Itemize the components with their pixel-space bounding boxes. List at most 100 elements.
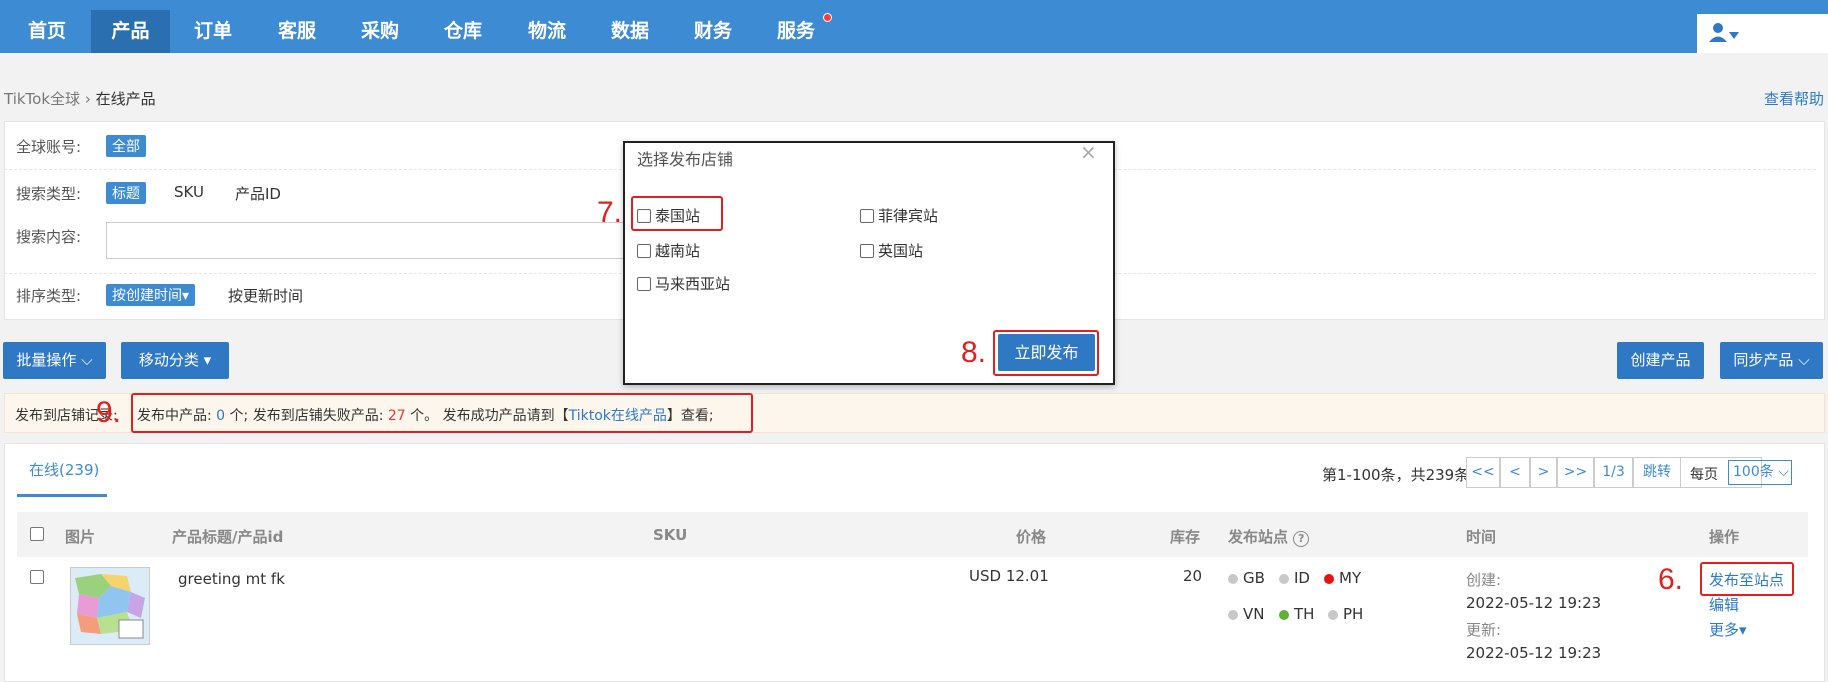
nav-item-data[interactable]: 数据 xyxy=(595,10,665,53)
tab-online[interactable]: 在线(239) xyxy=(29,459,99,480)
sort-updated-tag[interactable]: 按更新时间 xyxy=(228,285,303,306)
product-thumbnail[interactable] xyxy=(70,567,150,645)
help-link[interactable]: 查看帮助 xyxy=(1764,88,1824,109)
sort-created-tag[interactable]: 按创建时间▾ xyxy=(106,284,196,306)
nav-item-finance[interactable]: 财务 xyxy=(678,10,748,53)
sort-label: 排序类型: xyxy=(16,287,82,305)
checkbox[interactable] xyxy=(637,277,651,291)
create-product-button[interactable]: 创建产品 xyxy=(1617,342,1704,379)
option-label: 菲律宾站 xyxy=(878,207,939,225)
col-price: 价格 xyxy=(1016,528,1047,546)
account-label: 全球账号: xyxy=(16,138,82,156)
map-image-icon xyxy=(71,568,149,644)
status-dot xyxy=(1324,574,1334,584)
col-stock: 库存 xyxy=(1170,528,1201,546)
created-label: 创建: xyxy=(1466,571,1502,589)
status-dot xyxy=(1328,610,1338,620)
nav-item-services[interactable]: 服务 xyxy=(761,10,831,53)
row-checkbox[interactable] xyxy=(30,570,44,584)
user-menu[interactable] xyxy=(1697,14,1828,53)
close-icon[interactable]: × xyxy=(1080,140,1097,164)
caret-down-icon: ▾ xyxy=(203,351,212,369)
per-page-value: 100条 xyxy=(1733,464,1774,480)
search-content-label: 搜索内容: xyxy=(16,228,82,246)
checkbox[interactable] xyxy=(860,209,874,223)
product-title[interactable]: greeting mt fk xyxy=(178,570,285,588)
nav-item-purchase[interactable]: 采购 xyxy=(345,10,415,53)
nav-item-logistics[interactable]: 物流 xyxy=(512,10,582,53)
nav-item-orders[interactable]: 订单 xyxy=(178,10,248,53)
col-actions: 操作 xyxy=(1709,528,1740,546)
move-category-label: 移动分类 xyxy=(138,351,199,369)
pager-jump[interactable]: 跳转 xyxy=(1633,457,1681,488)
site-ph: PH xyxy=(1328,605,1363,623)
select-all-checkbox[interactable] xyxy=(30,527,44,541)
option-malaysia[interactable]: 马来西亚站 xyxy=(637,273,730,294)
col-sites-label: 发布站点 xyxy=(1228,528,1289,546)
search-type-sku[interactable]: SKU xyxy=(174,183,204,201)
option-label: 英国站 xyxy=(878,242,924,260)
chevron-down-icon: ⌵ xyxy=(1798,351,1810,369)
batch-actions-button[interactable]: 批量操作 ⌵ xyxy=(3,342,106,379)
sync-product-label: 同步产品 xyxy=(1733,351,1794,369)
nav-item-products[interactable]: 产品 xyxy=(91,10,170,53)
pager-last[interactable]: >> xyxy=(1557,457,1594,488)
site-label: ID xyxy=(1294,569,1310,587)
highlight-box-6 xyxy=(1700,562,1794,596)
product-price: USD 12.01 xyxy=(969,567,1049,585)
site-my: MY xyxy=(1324,569,1361,587)
more-link[interactable]: 更多▾ xyxy=(1709,619,1747,640)
annotation-6: 6. xyxy=(1658,563,1684,596)
status-dot xyxy=(1279,574,1289,584)
search-type-productid[interactable]: 产品ID xyxy=(235,183,281,204)
site-label: MY xyxy=(1339,569,1362,587)
pager-first[interactable]: << xyxy=(1466,457,1500,488)
option-vietnam[interactable]: 越南站 xyxy=(637,240,700,261)
option-philippines[interactable]: 菲律宾站 xyxy=(860,205,938,226)
site-gb: GB xyxy=(1228,569,1265,587)
option-uk[interactable]: 英国站 xyxy=(860,240,923,261)
site-label: GB xyxy=(1243,569,1265,587)
edit-link[interactable]: 编辑 xyxy=(1709,594,1739,615)
pager-next[interactable]: > xyxy=(1530,457,1557,488)
chevron-down-icon: ⌵ xyxy=(81,351,93,369)
site-label: VN xyxy=(1243,605,1265,623)
search-input[interactable] xyxy=(106,222,626,259)
account-all-tag[interactable]: 全部 xyxy=(106,135,146,157)
user-add-icon xyxy=(1709,23,1739,42)
col-title: 产品标题/产品id xyxy=(172,528,284,546)
highlight-box-9 xyxy=(131,393,753,433)
col-sku: SKU xyxy=(653,526,688,544)
per-page-label: 每页 xyxy=(1690,467,1718,483)
pager-page[interactable]: 1/3 xyxy=(1594,457,1633,488)
site-label: PH xyxy=(1343,605,1364,623)
table-header xyxy=(17,512,1808,557)
annotation-7: 7. xyxy=(597,196,623,229)
search-type-title[interactable]: 标题 xyxy=(106,182,146,204)
nav-item-warehouse[interactable]: 仓库 xyxy=(428,10,498,53)
pager-prev[interactable]: < xyxy=(1500,457,1530,488)
annotation-9: 9. xyxy=(96,396,122,429)
breadcrumb-root[interactable]: TikTok全球 xyxy=(4,90,80,108)
site-vn: VN xyxy=(1228,605,1264,623)
status-dot xyxy=(1228,610,1238,620)
move-category-button[interactable]: 移动分类 ▾ xyxy=(121,342,229,379)
col-image: 图片 xyxy=(65,528,96,546)
breadcrumb-sep: › xyxy=(84,90,91,108)
option-label: 越南站 xyxy=(655,242,701,260)
status-dot xyxy=(1228,574,1238,584)
batch-actions-label: 批量操作 xyxy=(16,351,77,369)
sync-product-button[interactable]: 同步产品 ⌵ xyxy=(1720,342,1823,379)
breadcrumb: TikTok全球 › 在线产品 xyxy=(4,88,156,109)
chevron-down-icon: ⌵ xyxy=(1778,464,1789,480)
per-page-select[interactable]: 100条 ⌵ xyxy=(1728,460,1792,485)
checkbox[interactable] xyxy=(637,244,651,258)
checkbox[interactable] xyxy=(860,244,874,258)
help-icon[interactable]: ? xyxy=(1293,531,1310,547)
col-sites: 发布站点 ? xyxy=(1228,526,1310,547)
site-th: TH xyxy=(1279,605,1314,623)
nav-item-home[interactable]: 首页 xyxy=(11,10,83,53)
highlight-box-8 xyxy=(993,330,1099,376)
nav-item-service[interactable]: 客服 xyxy=(262,10,332,53)
product-stock: 20 xyxy=(1183,567,1203,585)
